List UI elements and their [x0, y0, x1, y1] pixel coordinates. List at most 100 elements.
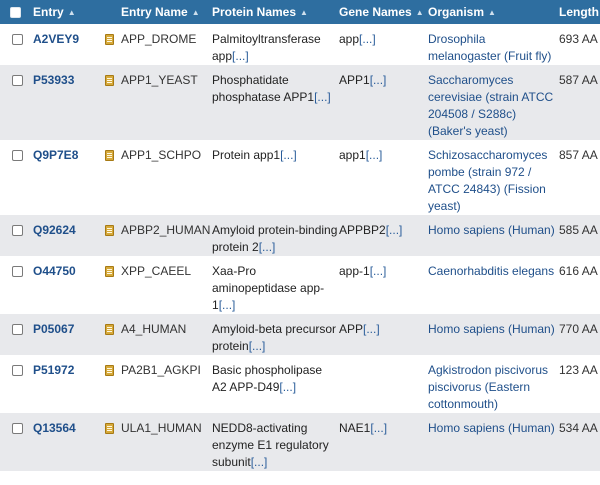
organism-link[interactable]: Caenorhabditis elegans [428, 256, 559, 314]
table-row: P51972 PA2B1_AGKPI Basic phospholipase A… [0, 355, 600, 413]
reviewed-entry-icon [105, 75, 114, 86]
protein-names-cell: Xaa-Pro aminopeptidase app-1[...] [212, 256, 339, 314]
entry-cell: Q9P7E8 [30, 140, 105, 215]
reviewed-cell [105, 314, 121, 355]
gene-more-link[interactable]: [...] [359, 32, 376, 46]
row-checkbox[interactable] [12, 75, 23, 86]
entry-cell: O44750 [30, 256, 105, 314]
protein-more-link[interactable]: [...] [249, 339, 266, 353]
protein-more-link[interactable]: [...] [279, 380, 296, 394]
row-select-cell [0, 140, 30, 215]
entry-cell: Q92624 [30, 215, 105, 256]
sort-icon: ▲ [415, 7, 424, 17]
row-checkbox[interactable] [12, 150, 23, 161]
select-all-cell [0, 0, 30, 24]
reviewed-entry-icon [105, 423, 114, 434]
gene-names-cell: NAE1[...] [339, 413, 428, 471]
row-checkbox[interactable] [12, 34, 23, 45]
table-row: Q92624 APBP2_HUMAN Amyloid protein-bindi… [0, 215, 600, 256]
row-select-cell [0, 355, 30, 413]
table-row: P05067 A4_HUMAN Amyloid-beta precursor p… [0, 314, 600, 355]
organism-link[interactable]: Drosophila melanogaster (Fruit fly) [428, 24, 559, 65]
gene-more-link[interactable]: [...] [363, 322, 380, 336]
sequence-length: 693 AA [559, 32, 598, 46]
sort-icon: ▲ [300, 7, 308, 17]
entry-link[interactable]: P05067 [33, 322, 74, 336]
column-header-protein-names[interactable]: Protein Names ▲ [212, 0, 339, 24]
table-row: O44750 XPP_CAEEL Xaa-Pro aminopeptidase … [0, 256, 600, 314]
table-body: A2VEY9 APP_DROME Palmitoyltransferase ap… [0, 24, 600, 471]
row-select-cell [0, 314, 30, 355]
organism-link[interactable]: Homo sapiens (Human) [428, 314, 559, 355]
row-select-cell [0, 65, 30, 140]
entry-link[interactable]: A2VEY9 [33, 32, 79, 46]
row-checkbox[interactable] [12, 266, 23, 277]
protein-more-link[interactable]: [...] [314, 90, 331, 104]
protein-names-cell: NEDD8-activating enzyme E1 regulatory su… [212, 413, 339, 471]
reviewed-entry-icon [105, 324, 114, 335]
entry-link[interactable]: P53933 [33, 73, 74, 87]
protein-names-cell: Amyloid-beta precursor protein[...] [212, 314, 339, 355]
gene-more-link[interactable]: [...] [370, 264, 387, 278]
protein-name: NEDD8-activating enzyme E1 regulatory su… [212, 421, 329, 469]
organism-link[interactable]: Homo sapiens (Human) [428, 215, 559, 256]
row-checkbox[interactable] [12, 423, 23, 434]
protein-more-link[interactable]: [...] [219, 298, 236, 312]
gene-more-link[interactable]: [...] [386, 223, 403, 237]
organism-link[interactable]: Saccharomyces cerevisiae (strain ATCC 20… [428, 65, 559, 140]
protein-more-link[interactable]: [...] [251, 455, 268, 469]
column-header-gene-names[interactable]: Gene Names ▲ [339, 0, 428, 24]
select-all-checkbox[interactable] [9, 6, 21, 18]
entry-name: PA2B1_AGKPI [121, 363, 201, 377]
row-select-cell [0, 256, 30, 314]
column-header-organism[interactable]: Organism ▲ [428, 0, 559, 24]
entry-link[interactable]: Q13564 [33, 421, 76, 435]
gene-names-cell: APP[...] [339, 314, 428, 355]
protein-name: Protein app1 [212, 148, 281, 162]
gene-names-cell: APP1[...] [339, 65, 428, 140]
protein-more-link[interactable]: [...] [280, 148, 297, 162]
protein-more-link[interactable]: [...] [232, 49, 249, 63]
entry-name: APP_DROME [121, 32, 197, 46]
sequence-length: 123 AA [559, 363, 598, 377]
column-header-entry-name[interactable]: Entry Name ▲ [121, 0, 212, 24]
row-checkbox[interactable] [12, 365, 23, 376]
table-row: Q13564 ULA1_HUMAN NEDD8-activating enzym… [0, 413, 600, 471]
sort-icon: ▲ [67, 7, 76, 17]
column-header-entry[interactable]: Entry ▲ [30, 0, 105, 24]
reviewed-entry-icon [105, 150, 114, 161]
organism-link[interactable]: Schizosaccharomyces pombe (strain 972 / … [428, 140, 559, 215]
entry-link[interactable]: Q92624 [33, 223, 76, 237]
entry-link[interactable]: P51972 [33, 363, 74, 377]
sequence-length: 770 AA [559, 322, 598, 336]
organism-link[interactable]: Homo sapiens (Human) [428, 413, 559, 471]
column-label: Organism [428, 5, 485, 19]
row-checkbox[interactable] [12, 324, 23, 335]
gene-name: APP1 [339, 73, 370, 87]
column-label: Protein Names [212, 5, 297, 19]
gene-more-link[interactable]: [...] [366, 148, 383, 162]
entry-link[interactable]: Q9P7E8 [33, 148, 78, 162]
column-label: Length [559, 5, 599, 19]
sort-icon: ▲ [191, 7, 200, 17]
reviewed-cell [105, 24, 121, 65]
sort-icon: ▲ [488, 7, 496, 17]
protein-names-cell: Amyloid protein-binding protein 2[...] [212, 215, 339, 256]
column-label: Entry Name [121, 5, 188, 19]
row-checkbox[interactable] [12, 225, 23, 236]
reviewed-cell [105, 355, 121, 413]
gene-names-cell: app-1[...] [339, 256, 428, 314]
entry-link[interactable]: O44750 [33, 264, 76, 278]
protein-names-cell: Phosphatidate phosphatase APP1[...] [212, 65, 339, 140]
entry-cell: Q13564 [30, 413, 105, 471]
gene-more-link[interactable]: [...] [370, 421, 387, 435]
protein-names-cell: Basic phospholipase A2 APP-D49[...] [212, 355, 339, 413]
entry-name: ULA1_HUMAN [121, 421, 202, 435]
protein-more-link[interactable]: [...] [259, 240, 276, 254]
column-header-length[interactable]: Length ▲ [559, 0, 600, 24]
protein-names-cell: Protein app1[...] [212, 140, 339, 215]
organism-link[interactable]: Agkistrodon piscivorus piscivorus (Easte… [428, 355, 559, 413]
gene-more-link[interactable]: [...] [370, 73, 387, 87]
gene-names-cell: app1[...] [339, 140, 428, 215]
protein-name: Basic phospholipase A2 APP-D49 [212, 363, 323, 394]
